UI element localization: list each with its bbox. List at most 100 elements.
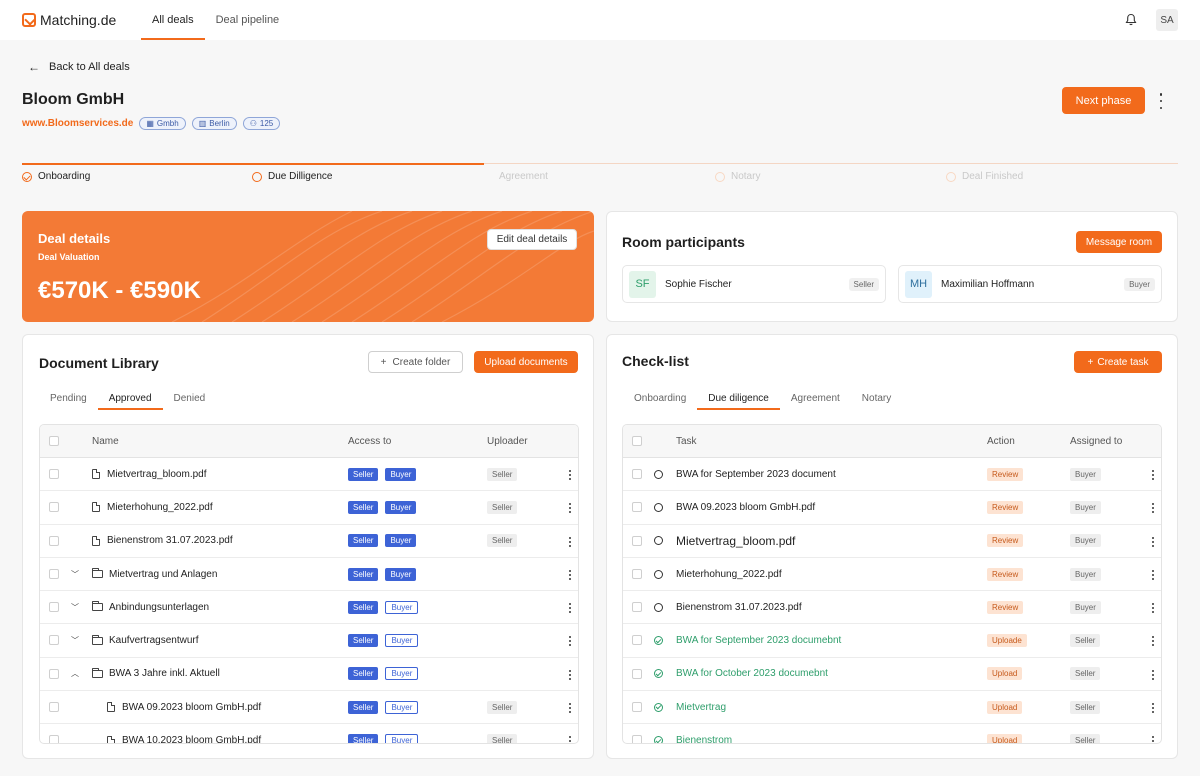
action-badge[interactable]: Upload	[987, 734, 1023, 743]
table-row[interactable]: ﹀ Anbindungsunterlagen Seller Buyer	[40, 591, 578, 625]
table-row[interactable]: BWA 09.2023 bloom GmbH.pdf Review Buyer	[623, 491, 1161, 525]
tab-due-diligence[interactable]: Due diligence	[697, 387, 780, 410]
table-row[interactable]: ︿ BWA 3 Jahre inkl. Aktuell Seller Buyer	[40, 658, 578, 692]
row-checkbox[interactable]	[632, 469, 642, 479]
participant-card[interactable]: SF Sophie Fischer Seller	[622, 265, 886, 303]
row-checkbox[interactable]	[49, 602, 59, 613]
column-header-action[interactable]: Action	[987, 425, 1015, 457]
row-checkbox[interactable]	[632, 668, 642, 679]
table-row[interactable]: Bienenstrom Upload Seller	[623, 724, 1161, 743]
action-badge[interactable]: Uploade	[987, 634, 1027, 648]
column-header-uploader[interactable]: Uploader	[487, 425, 528, 457]
table-row[interactable]: BWA 10.2023 bloom GmbH.pdf Seller Buyer Sel…	[40, 724, 578, 743]
check-circle-icon[interactable]	[654, 702, 663, 712]
step-agreement[interactable]: Agreement	[499, 171, 548, 182]
row-checkbox[interactable]	[49, 735, 59, 743]
column-header-assigned[interactable]: Assigned to	[1070, 425, 1122, 457]
create-task-button[interactable]: + Create task	[1074, 351, 1162, 373]
bell-icon[interactable]	[1124, 12, 1138, 26]
row-checkbox[interactable]	[632, 535, 642, 546]
table-row[interactable]: ﹀ Kaufvertragsentwurf Seller Buyer	[40, 624, 578, 658]
circle-icon[interactable]	[654, 602, 663, 612]
upload-documents-button[interactable]: Upload documents	[474, 351, 578, 373]
table-row[interactable]: Mieterhohung_2022.pdf Seller Buyer Seller	[40, 491, 578, 525]
action-badge[interactable]: Review	[987, 600, 1024, 614]
table-row[interactable]: Mieterhohung_2022.pdf Review Buyer	[623, 558, 1161, 592]
tab-denied[interactable]: Denied	[163, 387, 217, 409]
row-menu-icon[interactable]	[568, 569, 572, 580]
row-menu-icon[interactable]	[568, 669, 572, 680]
step-due-diligence[interactable]: Due Dilligence	[252, 171, 332, 182]
row-checkbox[interactable]	[49, 668, 59, 679]
row-checkbox[interactable]	[632, 702, 642, 713]
tab-onboarding[interactable]: Onboarding	[623, 387, 697, 409]
user-avatar[interactable]: SA	[1156, 9, 1178, 31]
circle-icon[interactable]	[654, 569, 663, 579]
row-menu-icon[interactable]	[1151, 569, 1155, 580]
edit-deal-button[interactable]: Edit deal details	[487, 229, 577, 250]
message-room-button[interactable]: Message room	[1076, 231, 1162, 253]
step-notary[interactable]: Notary	[715, 171, 760, 182]
row-checkbox[interactable]	[632, 502, 642, 513]
action-badge[interactable]: Review	[987, 567, 1024, 581]
row-menu-icon[interactable]	[1151, 603, 1155, 614]
check-circle-icon[interactable]	[654, 636, 663, 646]
action-badge[interactable]: Upload	[987, 667, 1023, 681]
step-deal-finished[interactable]: Deal Finished	[946, 171, 1023, 182]
row-menu-icon[interactable]	[568, 536, 572, 547]
table-row[interactable]: BWA for September 2023 documebnt Uploade S…	[623, 624, 1161, 658]
select-all-checkbox[interactable]	[49, 436, 59, 446]
row-menu-icon[interactable]	[1151, 669, 1155, 680]
action-badge[interactable]: Review	[987, 467, 1024, 481]
check-circle-icon[interactable]	[654, 736, 663, 743]
tab-approved[interactable]: Approved	[97, 387, 163, 410]
table-row[interactable]: Mietvertrag_bloom.pdf Review Buyer	[623, 525, 1161, 558]
action-badge[interactable]: Review	[987, 534, 1024, 548]
nav-tab-all-deals[interactable]: All deals	[141, 0, 205, 40]
row-checkbox[interactable]	[632, 602, 642, 613]
row-menu-icon[interactable]	[568, 736, 572, 743]
circle-icon[interactable]	[654, 502, 663, 512]
row-checkbox[interactable]	[632, 635, 642, 646]
row-checkbox[interactable]	[632, 568, 642, 579]
row-checkbox[interactable]	[49, 635, 59, 646]
chevron-down-icon[interactable]: ﹀	[70, 602, 80, 613]
row-checkbox[interactable]	[49, 535, 59, 546]
circle-icon[interactable]	[654, 536, 663, 546]
step-onboarding[interactable]: Onboarding	[22, 171, 90, 182]
more-options-icon[interactable]	[1156, 93, 1166, 109]
row-menu-icon[interactable]	[568, 703, 572, 714]
row-menu-icon[interactable]	[568, 470, 572, 480]
chevron-down-icon[interactable]: ﹀	[70, 569, 80, 580]
column-header-task[interactable]: Task	[676, 425, 697, 457]
select-all-checkbox[interactable]	[632, 436, 642, 446]
action-badge[interactable]: Review	[987, 500, 1024, 514]
row-checkbox[interactable]	[632, 735, 642, 743]
chevron-up-icon[interactable]: ︿	[70, 668, 80, 679]
column-header-name[interactable]: Name	[92, 425, 119, 457]
column-header-access[interactable]: Access to	[348, 425, 391, 457]
table-row[interactable]: Bienenstrom 31.07.2023.pdf Review Buyer	[623, 591, 1161, 625]
table-row[interactable]: Mietvertrag_bloom.pdf Seller Buyer Seller	[40, 458, 578, 492]
row-menu-icon[interactable]	[568, 603, 572, 614]
table-row[interactable]: Mietvertrag Upload Seller	[623, 691, 1161, 725]
row-menu-icon[interactable]	[1151, 636, 1155, 647]
row-menu-icon[interactable]	[1151, 503, 1155, 514]
nav-tab-deal-pipeline[interactable]: Deal pipeline	[205, 0, 291, 40]
chevron-down-icon[interactable]: ﹀	[70, 635, 80, 646]
table-row[interactable]: BWA 09.2023 bloom GmbH.pdf Seller Buyer Sel…	[40, 691, 578, 725]
action-badge[interactable]: Upload	[987, 700, 1023, 714]
circle-icon[interactable]	[654, 469, 663, 479]
row-menu-icon[interactable]	[568, 503, 572, 514]
row-checkbox[interactable]	[49, 702, 59, 713]
row-menu-icon[interactable]	[1151, 736, 1155, 743]
tab-agreement[interactable]: Agreement	[780, 387, 851, 409]
back-link[interactable]: ← Back to All deals	[28, 60, 130, 74]
brand-logo[interactable]: Matching.de	[22, 12, 141, 28]
create-folder-button[interactable]: + Create folder	[368, 351, 463, 373]
row-menu-icon[interactable]	[1151, 470, 1155, 480]
tab-notary[interactable]: Notary	[851, 387, 902, 409]
tab-pending[interactable]: Pending	[39, 387, 98, 409]
table-row[interactable]: ﹀ Mietvertrag und Anlagen Seller Buyer	[40, 558, 578, 592]
table-row[interactable]: BWA for September 2023 document Review Buy…	[623, 458, 1161, 492]
